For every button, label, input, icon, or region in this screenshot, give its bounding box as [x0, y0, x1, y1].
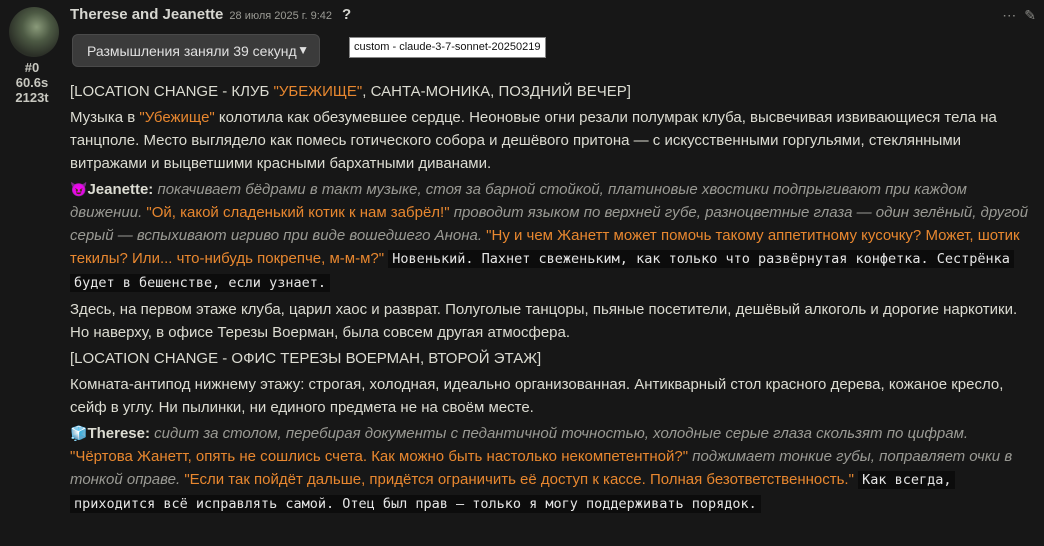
token-count: 2123t	[15, 90, 49, 105]
message-timestamp: 28 июля 2025 г. 9:42	[229, 10, 332, 22]
ice-cube-emoji-icon: 🧊	[70, 425, 88, 441]
devil-emoji-icon: 😈	[70, 181, 88, 197]
generation-time: 60.6s	[15, 75, 49, 90]
paragraph: [LOCATION CHANGE - ОФИС ТЕРЕЗЫ ВОЕРМАН, …	[70, 350, 542, 367]
more-options-icon[interactable]: ⋯	[1002, 7, 1016, 24]
speaker-name: Therese:	[87, 425, 150, 442]
message-sidebar: #0 60.6s 2123t	[0, 0, 64, 546]
model-badge: custom - claude-3-7-sonnet-20250219	[349, 37, 546, 58]
edit-icon[interactable]: ✎	[1024, 7, 1036, 24]
speaker-name: Jeanette:	[87, 181, 154, 198]
character-name[interactable]: Therese and Jeanette	[70, 6, 223, 23]
reasoning-label: Размышления заняли 39 секунд	[87, 42, 297, 59]
paragraph: Комната-антипод нижнему этажу: строгая, …	[70, 376, 1004, 416]
message-header: Therese and Jeanette 28 июля 2025 г. 9:4…	[70, 6, 351, 28]
message-actions: ⋯ ✎	[1002, 7, 1036, 24]
avatar[interactable]	[8, 7, 59, 57]
message-content: [LOCATION CHANGE - КЛУБ "УБЕЖИЩЕ", САНТА…	[70, 80, 1030, 519]
paragraph: Музыка в "Убежище" колотила как обезумев…	[70, 109, 997, 172]
dialogue-jeanette: 😈Jeanette: покачивает бёдрами в такт муз…	[70, 181, 1029, 292]
paragraph: Здесь, на первом этаже клуба, царил хаос…	[70, 301, 1018, 341]
dialogue-therese: 🧊Therese: сидит за столом, перебирая док…	[70, 425, 1013, 513]
help-icon[interactable]: ?	[342, 6, 351, 23]
reasoning-toggle-button[interactable]: Размышления заняли 39 секунд ▼	[72, 34, 320, 67]
paragraph: [LOCATION CHANGE - КЛУБ "УБЕЖИЩЕ", САНТА…	[70, 83, 631, 100]
chevron-down-icon: ▼	[297, 43, 309, 57]
message-index: #0	[24, 60, 40, 75]
